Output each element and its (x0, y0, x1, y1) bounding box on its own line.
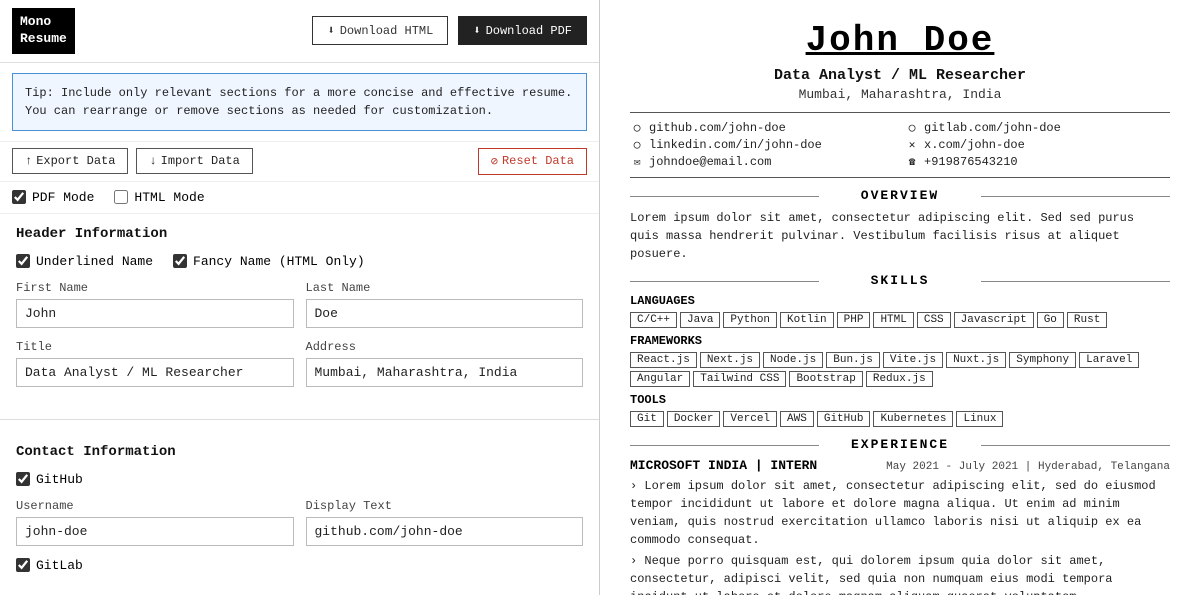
header-section: Header Information Underlined Name Fancy… (0, 214, 599, 411)
display-text-input[interactable] (306, 517, 584, 546)
title-address-row: Title Address (16, 340, 583, 387)
header-options-row: Underlined Name Fancy Name (HTML Only) (16, 254, 583, 269)
exp-company: MICROSOFT INDIA | INTERN (630, 458, 817, 473)
resume-address: Mumbai, Maharashtra, India (630, 87, 1170, 102)
title-group: Title (16, 340, 294, 387)
export-icon: ↑ (25, 154, 32, 168)
reset-button[interactable]: ⊘ Reset Data (478, 148, 587, 175)
overview-text: Lorem ipsum dolor sit amet, consectetur … (630, 209, 1170, 263)
pdf-mode-label: PDF Mode (32, 190, 94, 205)
last-name-group: Last Name (306, 281, 584, 328)
frameworks-label: FRAMEWORKS (630, 334, 1170, 348)
address-label: Address (306, 340, 584, 354)
underlined-name-check[interactable]: Underlined Name (16, 254, 153, 269)
contact-linkedin: ◯ linkedin.com/in/john-doe (630, 138, 895, 152)
gitlab-check-row: GitLab (16, 558, 583, 573)
tools-tags: Git Docker Vercel AWS GitHub Kubernetes … (630, 411, 1170, 427)
action-bar: ↑ Export Data ↓ Import Data ⊘ Reset Data (0, 141, 599, 182)
resume-name: John Doe (630, 20, 1170, 61)
section-divider-1 (0, 419, 599, 420)
languages-label: LANGUAGES (630, 294, 1170, 308)
download-pdf-button[interactable]: ⬇ Download PDF (458, 16, 587, 45)
contact-gitlab: ◯ gitlab.com/john-doe (905, 121, 1170, 135)
username-input[interactable] (16, 517, 294, 546)
email-icon: ✉ (630, 155, 644, 169)
html-mode-label: HTML Mode (134, 190, 204, 205)
last-name-label: Last Name (306, 281, 584, 295)
reset-icon: ⊘ (491, 154, 498, 169)
gitlab-check[interactable]: GitLab (16, 558, 83, 573)
download-html-button[interactable]: ⬇ Download HTML (312, 16, 448, 45)
download-icon: ⬇ (327, 23, 334, 38)
github-checkbox[interactable] (16, 472, 30, 486)
mode-bar: PDF Mode HTML Mode (0, 182, 599, 214)
import-button[interactable]: ↓ Import Data (136, 148, 252, 174)
overview-header: OVERVIEW (630, 188, 1170, 203)
experience-header: EXPERIENCE (630, 437, 1170, 452)
contact-github: ◯ github.com/john-doe (630, 121, 895, 135)
pdf-mode-checkbox[interactable] (12, 190, 26, 204)
tools-label: TOOLS (630, 393, 1170, 407)
github-check-row: GitHub (16, 472, 583, 487)
pdf-mode-item: PDF Mode (12, 190, 94, 205)
experience-bullets: › Lorem ipsum dolor sit amet, consectetu… (630, 477, 1170, 595)
contact-email: ✉ johndoe@email.com (630, 155, 895, 169)
export-button[interactable]: ↑ Export Data (12, 148, 128, 174)
contact-x: ✕ x.com/john-doe (905, 138, 1170, 152)
contact-section-title: Contact Information (16, 444, 583, 460)
html-mode-item: HTML Mode (114, 190, 204, 205)
underlined-name-checkbox[interactable] (16, 254, 30, 268)
github-check[interactable]: GitHub (16, 472, 83, 487)
app-logo: Mono Resume (12, 8, 75, 54)
name-row: First Name Last Name (16, 281, 583, 328)
frameworks-tags: React.js Next.js Node.js Bun.js Vite.js … (630, 352, 1170, 387)
address-input[interactable] (306, 358, 584, 387)
title-input[interactable] (16, 358, 294, 387)
first-name-input[interactable] (16, 299, 294, 328)
resume-title: Data Analyst / ML Researcher (630, 67, 1170, 84)
x-icon: ✕ (905, 138, 919, 152)
left-panel: Mono Resume ⬇ Download HTML ⬇ Download P… (0, 0, 600, 595)
display-text-group: Display Text (306, 499, 584, 546)
first-name-group: First Name (16, 281, 294, 328)
languages-tags: C/C++ Java Python Kotlin PHP HTML CSS Ja… (630, 312, 1170, 328)
right-panel: John Doe Data Analyst / ML Researcher Mu… (600, 0, 1200, 595)
download-pdf-icon: ⬇ (473, 23, 480, 38)
address-group: Address (306, 340, 584, 387)
skills-header: SKILLS (630, 273, 1170, 288)
gitlab-icon: ◯ (905, 121, 919, 135)
resume-divider-1 (630, 112, 1170, 113)
experience-item-header: MICROSOFT INDIA | INTERN May 2021 - July… (630, 458, 1170, 473)
tip-box: Tip: Include only relevant sections for … (12, 73, 587, 131)
linkedin-icon: ◯ (630, 138, 644, 152)
import-icon: ↓ (149, 154, 156, 168)
first-name-label: First Name (16, 281, 294, 295)
exp-date: May 2021 - July 2021 | Hyderabad, Telang… (886, 461, 1170, 473)
display-text-label: Display Text (306, 499, 584, 513)
last-name-input[interactable] (306, 299, 584, 328)
gitlab-checkbox[interactable] (16, 558, 30, 572)
github-fields-row: Username Display Text (16, 499, 583, 546)
github-icon: ◯ (630, 121, 644, 135)
header-section-title: Header Information (16, 226, 583, 242)
fancy-name-checkbox[interactable] (173, 254, 187, 268)
username-group: Username (16, 499, 294, 546)
username-label: Username (16, 499, 294, 513)
contact-grid: ◯ github.com/john-doe ◯ gitlab.com/john-… (630, 121, 1170, 169)
contact-phone: ☎ +919876543210 (905, 155, 1170, 169)
html-mode-checkbox[interactable] (114, 190, 128, 204)
fancy-name-check[interactable]: Fancy Name (HTML Only) (173, 254, 365, 269)
title-label: Title (16, 340, 294, 354)
resume-divider-2 (630, 177, 1170, 178)
contact-section: Contact Information GitHub Username Disp… (0, 432, 599, 595)
phone-icon: ☎ (905, 155, 919, 169)
top-bar: Mono Resume ⬇ Download HTML ⬇ Download P… (0, 0, 599, 63)
